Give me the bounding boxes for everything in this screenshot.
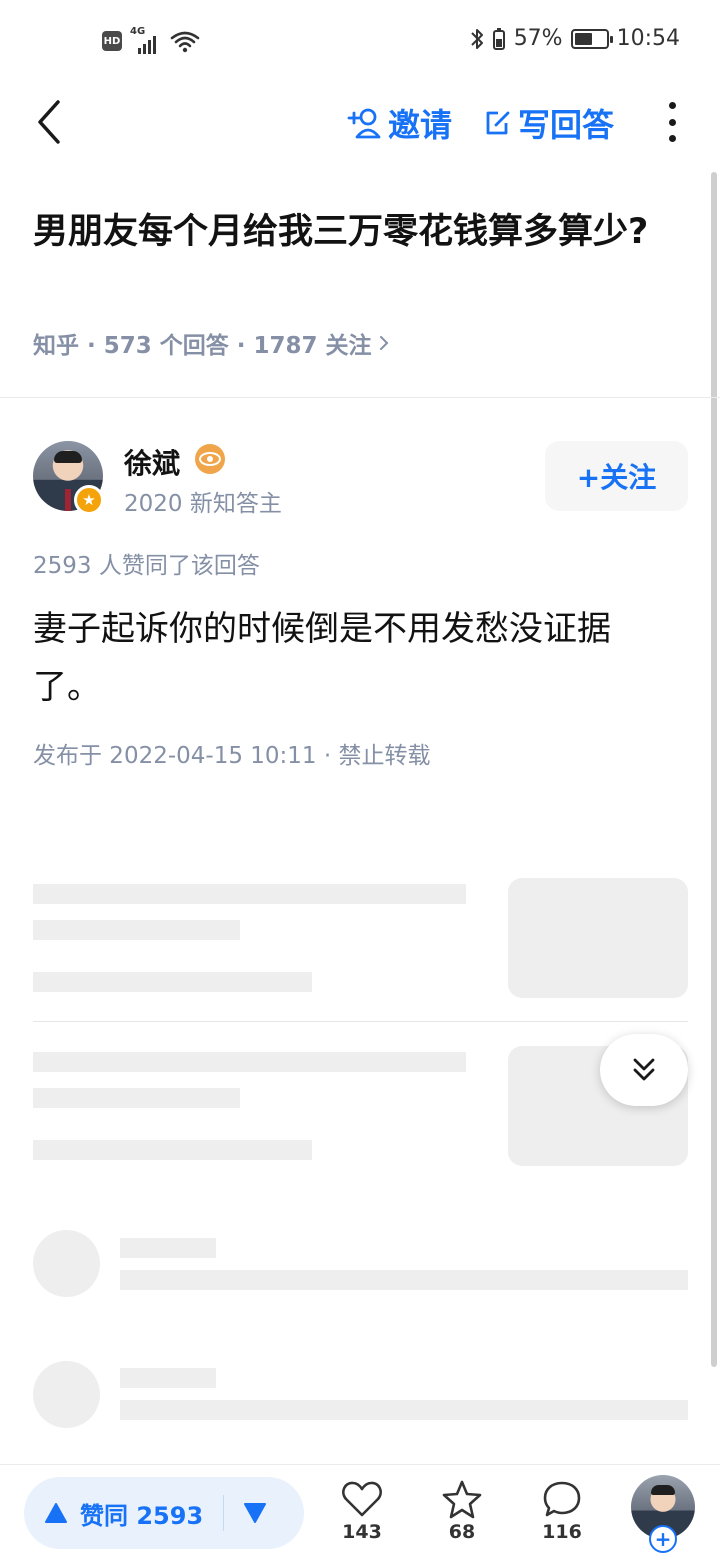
- favorite-button[interactable]: 68: [432, 1479, 492, 1543]
- star-icon: [442, 1480, 482, 1519]
- top-navigation: 邀请 写回答: [0, 84, 720, 162]
- invite-label: 邀请: [388, 106, 453, 144]
- question-meta-text: 知乎 · 573 个回答 · 1787 关注: [33, 333, 372, 359]
- double-chevron-down-icon: [633, 1058, 655, 1081]
- answer-content[interactable]: 妻子起诉你的时候倒是不用发愁没证据了。: [33, 600, 673, 716]
- upvote-summary: 2593 人赞同了该回答: [33, 553, 260, 579]
- next-answer-button[interactable]: [600, 1034, 688, 1106]
- downvote-button[interactable]: [224, 1502, 286, 1524]
- scrollbar[interactable]: [711, 172, 717, 1367]
- like-button[interactable]: 143: [332, 1479, 392, 1543]
- divider: [0, 397, 720, 398]
- write-answer-label: 写回答: [518, 106, 615, 144]
- author-name[interactable]: 徐斌: [124, 442, 180, 482]
- skeleton-line: [120, 1400, 688, 1420]
- skeleton-line: [33, 1052, 466, 1072]
- triangle-down-icon: [244, 1503, 267, 1523]
- status-right: 57% 10:54: [470, 26, 680, 51]
- heart-icon: [342, 1481, 382, 1517]
- skeleton-thumbnail: [508, 878, 688, 998]
- chevron-right-icon: [379, 336, 388, 350]
- clock: 10:54: [616, 26, 680, 51]
- write-answer-button[interactable]: 写回答: [484, 100, 614, 146]
- divider: [33, 1021, 688, 1022]
- comment-count: 116: [542, 1521, 582, 1543]
- back-button[interactable]: [34, 98, 82, 146]
- hd-badge: HD: [102, 31, 122, 51]
- back-arrow-icon: [38, 100, 60, 144]
- skeleton-line: [33, 1140, 312, 1160]
- skeleton-line: [120, 1368, 216, 1388]
- bottom-action-bar: 赞同 2593 143 68 116 +: [0, 1464, 720, 1560]
- author-title: 2020 新知答主: [124, 491, 282, 517]
- skeleton-line: [33, 1088, 240, 1108]
- triangle-up-icon: [45, 1503, 67, 1523]
- comment-button[interactable]: 116: [532, 1479, 592, 1543]
- battery-saver-icon: [492, 27, 505, 50]
- skeleton-avatar: [33, 1230, 100, 1297]
- vote-pill: 赞同 2593: [24, 1477, 304, 1549]
- add-person-icon: [347, 108, 381, 139]
- battery-percent: 57%: [513, 26, 563, 51]
- invite-button[interactable]: 邀请: [346, 100, 452, 146]
- more-options-button[interactable]: [660, 102, 684, 142]
- skeleton-line: [120, 1270, 688, 1290]
- star-badge-icon: ★: [74, 485, 104, 515]
- plus-icon[interactable]: +: [649, 1525, 677, 1553]
- skeleton-line: [33, 972, 312, 992]
- question-meta[interactable]: 知乎 · 573 个回答 · 1787 关注: [33, 326, 392, 360]
- skeleton-line: [120, 1238, 216, 1258]
- skeleton-avatar: [33, 1361, 100, 1428]
- eye-badge-icon[interactable]: [195, 444, 225, 474]
- skeleton-line: [33, 920, 240, 940]
- follow-button[interactable]: +关注: [545, 441, 688, 511]
- status-bar: HD 4G 57% 10:54: [0, 0, 720, 84]
- skeleton-line: [33, 884, 466, 904]
- favorite-count: 68: [448, 1521, 476, 1543]
- status-left: HD 4G: [102, 26, 200, 54]
- publish-info: 发布于 2022-04-15 10:11 · 禁止转载: [33, 743, 431, 769]
- cellular-signal-icon: 4G: [130, 26, 162, 54]
- edit-icon: [486, 111, 510, 135]
- wifi-icon: [170, 31, 200, 53]
- more-dots-icon: [668, 102, 676, 109]
- upvote-button[interactable]: 赞同 2593: [24, 1496, 203, 1531]
- like-count: 143: [342, 1521, 382, 1543]
- upvote-label: 赞同 2593: [80, 1501, 204, 1530]
- comment-icon: [543, 1481, 581, 1517]
- battery-icon: [570, 28, 613, 49]
- question-title[interactable]: 男朋友每个月给我三万零花钱算多算少?: [33, 206, 673, 258]
- bluetooth-icon: [470, 28, 483, 49]
